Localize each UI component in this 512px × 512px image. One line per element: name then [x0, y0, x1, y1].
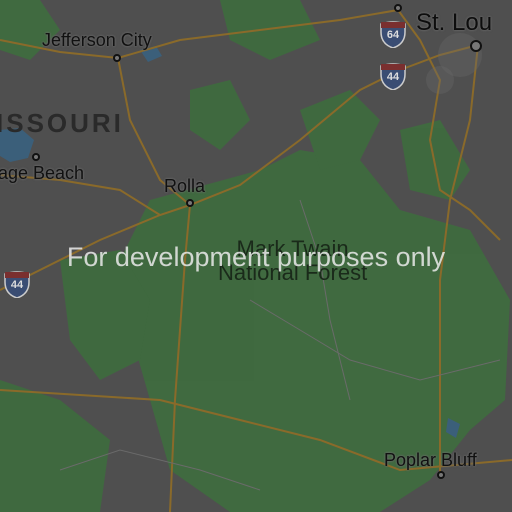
- st-louis-label[interactable]: St. Lou: [416, 11, 492, 35]
- lake-ozark-marker[interactable]: [32, 153, 40, 161]
- i44-north-shield-icon: 44: [380, 62, 406, 91]
- poplar-bluff-label[interactable]: Poplar Bluff: [384, 451, 477, 469]
- i64-shield-number: 64: [386, 29, 400, 41]
- jefferson-city-label[interactable]: Jefferson City: [42, 31, 152, 49]
- i44-north-shield-number: 44: [386, 71, 400, 83]
- rolla-marker[interactable]: [186, 199, 194, 207]
- rolla-label[interactable]: Rolla: [164, 177, 205, 195]
- i64-shield-icon: 64: [380, 20, 406, 49]
- jefferson-city-marker[interactable]: [113, 54, 121, 62]
- st-louis-marker[interactable]: [470, 40, 482, 52]
- lake-ozark-label[interactable]: age Beach: [0, 164, 84, 182]
- dev-watermark: For development purposes only: [66, 242, 446, 272]
- i44-west-shield-icon: 44: [4, 270, 30, 299]
- st-louis-north-marker[interactable]: [394, 4, 402, 12]
- map-view[interactable]: Jefferson City St. Lou ISSOURI age Beach…: [0, 0, 512, 512]
- i44-west-shield-number: 44: [10, 279, 24, 291]
- poplar-bluff-marker[interactable]: [437, 471, 445, 479]
- state-label: ISSOURI: [0, 108, 124, 138]
